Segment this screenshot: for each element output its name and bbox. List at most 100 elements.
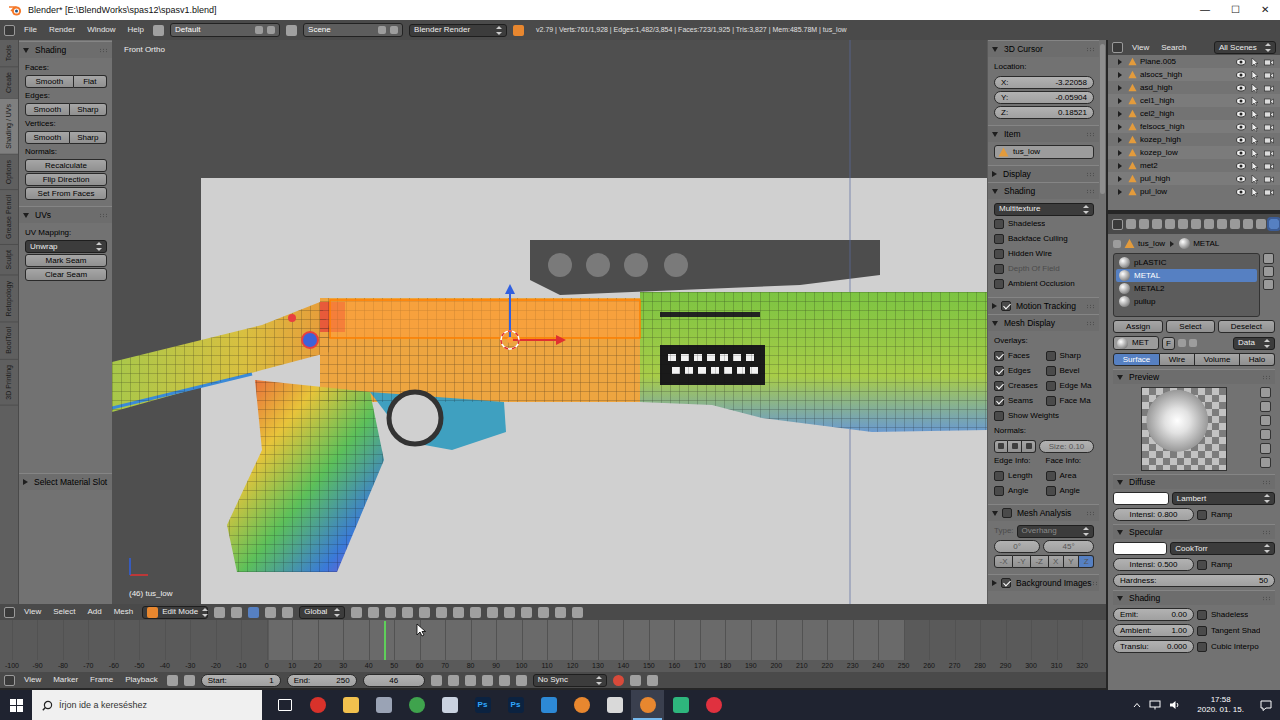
axis-button[interactable]: Z (1079, 555, 1094, 568)
shelf-tab[interactable]: Shading / UVs (0, 99, 18, 155)
checkbox[interactable] (1197, 626, 1207, 636)
orientation-dropdown[interactable]: Global (299, 606, 345, 619)
shelf-tab[interactable]: Tools (0, 40, 18, 67)
render-camera-icon[interactable] (1263, 160, 1274, 171)
visibility-eye-icon[interactable] (1235, 160, 1246, 171)
window-control[interactable]: ✕ (1250, 4, 1280, 16)
context-tab-icon[interactable] (1256, 219, 1266, 229)
window-control[interactable]: ☐ (1220, 4, 1250, 16)
mode-dropdown[interactable]: Edit Mode (142, 606, 208, 619)
menu-item[interactable]: Marker (50, 675, 81, 685)
drag-handle-icon[interactable] (99, 213, 108, 218)
outliner-row[interactable]: felsocs_high (1108, 120, 1280, 133)
checkbox-row[interactable]: Cubic Interpo (1197, 642, 1259, 652)
context-tab-icon[interactable] (1191, 219, 1201, 229)
checkbox-row[interactable]: Faces (994, 351, 1043, 361)
notifications-icon[interactable] (1260, 700, 1272, 711)
hardness-field[interactable]: Hardness:50 (1113, 574, 1275, 587)
selectable-arrow-icon[interactable] (1249, 147, 1260, 158)
checkbox[interactable] (994, 279, 1004, 289)
playback-control-icon[interactable] (482, 675, 493, 686)
drag-handle-icon[interactable] (1086, 172, 1095, 177)
taskbar-app[interactable] (598, 690, 631, 720)
axis-button[interactable]: X (1049, 555, 1064, 568)
tool-button[interactable]: Smooth (25, 75, 74, 88)
panel-header[interactable]: Motion Tracking (988, 297, 1099, 314)
panel-header[interactable]: Diffuse (1113, 474, 1275, 489)
selectable-arrow-icon[interactable] (1249, 69, 1260, 80)
preview-type-icon[interactable] (1260, 457, 1271, 468)
outliner-row[interactable]: pul_high (1108, 172, 1280, 185)
mesh-drawing[interactable] (112, 40, 987, 604)
disclosure-icon[interactable] (1118, 150, 1122, 156)
drag-handle-icon[interactable] (1262, 530, 1271, 535)
disclosure-icon[interactable] (1118, 59, 1122, 65)
drag-handle-icon[interactable] (1086, 321, 1095, 326)
material-type-tab[interactable]: Wire (1160, 353, 1195, 366)
disclosure-icon[interactable] (992, 511, 998, 516)
checkbox[interactable] (1046, 381, 1056, 391)
context-tab-icon[interactable] (1217, 219, 1227, 229)
number-field[interactable]: Translu:0.000 (1113, 640, 1194, 653)
disclosure-icon[interactable] (1118, 163, 1122, 169)
material-slot[interactable]: METAL2 (1116, 282, 1257, 295)
render-camera-icon[interactable] (1263, 186, 1274, 197)
link-dropdown[interactable]: Data (1233, 337, 1275, 350)
disclosure-icon[interactable] (1118, 176, 1122, 182)
disclosure-icon[interactable] (1118, 137, 1122, 143)
checkbox[interactable] (994, 396, 1004, 406)
checkbox[interactable] (1001, 301, 1011, 311)
checkbox-row[interactable]: Tangent Shad (1197, 626, 1260, 636)
region-scrollbar[interactable] (1099, 40, 1106, 604)
context-tab-icon[interactable] (1165, 219, 1175, 229)
disclosure-icon[interactable] (1117, 530, 1123, 535)
taskbar-app[interactable] (301, 690, 334, 720)
menu-item[interactable]: Playback (122, 675, 160, 685)
display-mode-dropdown[interactable]: All Scenes (1214, 41, 1276, 54)
render-camera-icon[interactable] (1263, 147, 1274, 158)
checkbox[interactable] (994, 381, 1004, 391)
outliner-row[interactable]: met2 (1108, 159, 1280, 172)
shelf-tab[interactable]: 3D Printing (0, 360, 18, 406)
editor-type-icon[interactable] (4, 25, 15, 36)
context-tab-icon[interactable] (1230, 219, 1240, 229)
editor-type-icon[interactable] (4, 675, 15, 686)
checkbox[interactable] (994, 351, 1004, 361)
clock[interactable]: 17:582020. 01. 15. (1189, 695, 1252, 715)
outliner-row[interactable]: asd_high (1108, 81, 1280, 94)
tool-button[interactable]: Set From Faces (25, 187, 107, 200)
tool-button[interactable]: Smooth (25, 103, 70, 116)
shelf-tab[interactable]: Retopology (0, 276, 18, 322)
normals-toggle-icon[interactable] (1022, 440, 1036, 453)
disclosure-icon[interactable] (1118, 85, 1122, 91)
selectable-arrow-icon[interactable] (1249, 121, 1260, 132)
drag-handle-icon[interactable] (1086, 189, 1095, 194)
checkbox[interactable] (1046, 351, 1056, 361)
panel-header[interactable]: 3D Cursor (988, 40, 1099, 57)
slot-action-icon[interactable] (1263, 253, 1274, 264)
context-tab-icon[interactable] (1178, 219, 1188, 229)
number-field[interactable]: 0° (994, 540, 1040, 553)
fake-user-button[interactable]: F (1162, 337, 1175, 350)
axis-button[interactable]: -Y (1013, 555, 1031, 568)
dropdown[interactable]: Multitexture (994, 203, 1094, 216)
panel-header[interactable]: Shading (988, 182, 1099, 199)
network-icon[interactable] (1149, 700, 1161, 710)
scrollbar-thumb[interactable] (1100, 44, 1105, 194)
start-frame-field[interactable]: Start:1 (201, 674, 281, 687)
end-frame-field[interactable]: End:250 (287, 674, 357, 687)
checkbox-row[interactable]: Ambient Occlusion (994, 279, 1075, 289)
drag-handle-icon[interactable] (1086, 132, 1095, 137)
playback-control-icon[interactable] (431, 675, 442, 686)
checkbox-row[interactable]: Bevel (1046, 366, 1095, 376)
drag-handle-icon[interactable] (1086, 304, 1095, 309)
checkbox-row[interactable]: Shadeless (1197, 610, 1248, 620)
playback-control-icon[interactable] (516, 675, 527, 686)
context-tab-icon[interactable] (1269, 219, 1279, 229)
tool-button[interactable]: Flip Direction (25, 173, 107, 186)
tool-button[interactable]: Sharp (70, 103, 107, 116)
preview-type-icon[interactable] (1260, 443, 1271, 454)
checkbox[interactable] (994, 219, 1004, 229)
shelf-tab[interactable]: BoolTool (0, 322, 18, 360)
selectable-arrow-icon[interactable] (1249, 173, 1260, 184)
